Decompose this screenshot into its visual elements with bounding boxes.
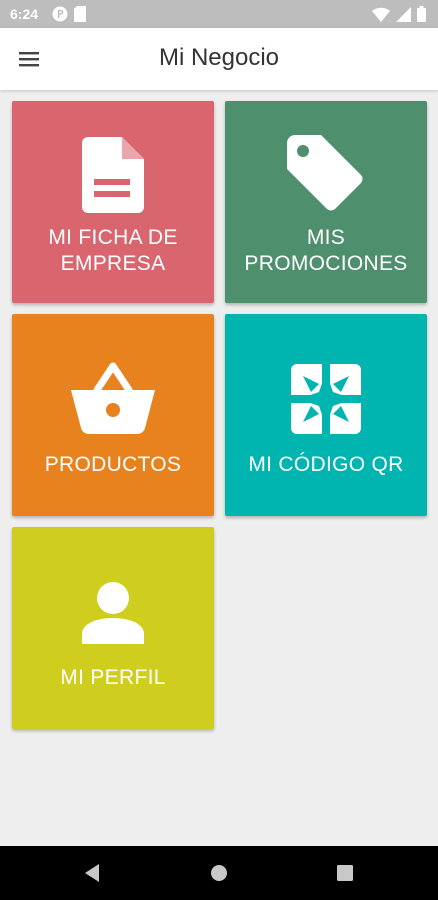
status-left-icons	[52, 6, 86, 22]
app-title: Mi Negocio	[158, 44, 280, 71]
tile-mis-promociones[interactable]: MIS PROMOCIONES	[225, 101, 427, 303]
nav-recents-button[interactable]	[331, 860, 359, 886]
back-icon	[85, 864, 99, 882]
nav-home-button[interactable]	[205, 860, 233, 886]
person-icon	[82, 582, 144, 644]
app-bar: Mi Negocio	[0, 28, 438, 90]
tile-label: MI FICHA DE EMPRESA	[48, 226, 178, 275]
system-nav-bar	[0, 846, 438, 900]
battery-icon	[417, 6, 426, 22]
tile-mi-codigo-qr[interactable]: MI CÓDIGO QR	[225, 314, 427, 516]
tile-label: MI CÓDIGO QR	[248, 453, 404, 476]
sd-card-icon	[74, 6, 86, 22]
home-icon	[211, 865, 227, 881]
tile-mi-ficha-de-empresa[interactable]: MI FICHA DE EMPRESA	[12, 101, 214, 303]
tile-mi-perfil[interactable]: MI PERFIL	[12, 527, 214, 729]
tile-label: MIS PROMOCIONES	[244, 226, 408, 275]
status-bar: 6:24	[0, 0, 438, 28]
document-icon	[82, 137, 144, 213]
tile-productos[interactable]: PRODUCTOS	[12, 314, 214, 516]
notification-p-icon	[52, 6, 68, 22]
qr-code-icon	[291, 364, 361, 434]
nav-back-button[interactable]	[78, 860, 106, 886]
status-time: 6:24	[10, 6, 39, 22]
signal-icon	[396, 6, 411, 22]
tile-label: MI PERFIL	[60, 666, 166, 689]
tile-label: PRODUCTOS	[44, 453, 182, 476]
status-right-icons	[372, 6, 426, 22]
wifi-icon	[372, 7, 390, 22]
price-tag-icon	[287, 135, 363, 211]
basket-icon	[71, 362, 155, 434]
recents-icon	[337, 865, 353, 881]
